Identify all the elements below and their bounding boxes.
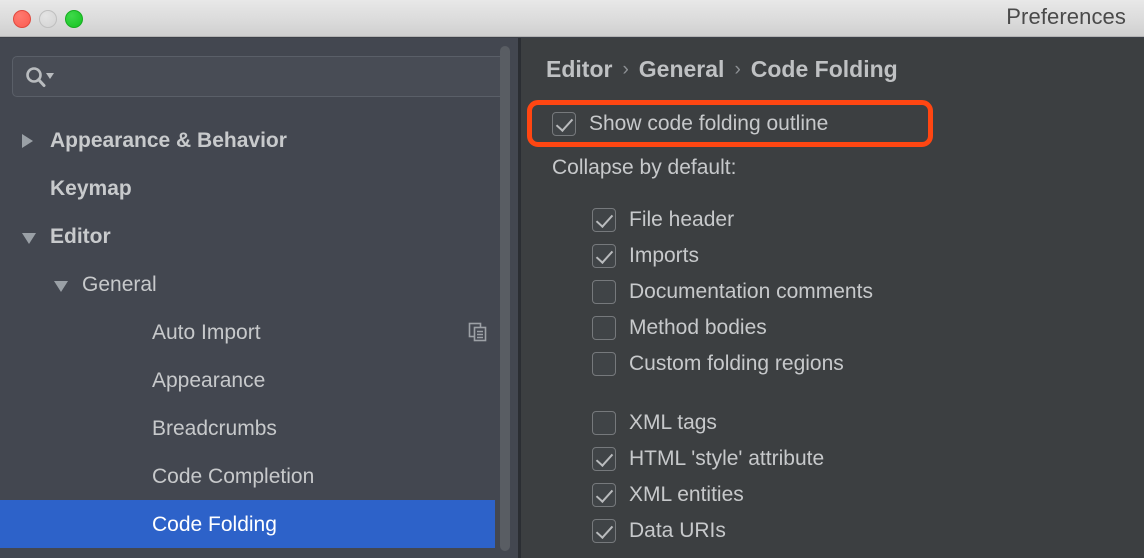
- option-xml-entities[interactable]: XML entities: [592, 483, 744, 507]
- checkbox-data-uris[interactable]: [592, 519, 616, 543]
- checkbox-custom-folding-regions[interactable]: [592, 352, 616, 376]
- sidebar-item-keymap[interactable]: Keymap: [0, 164, 518, 212]
- checkbox-imports[interactable]: [592, 244, 616, 268]
- option-label: File header: [629, 208, 735, 231]
- sidebar-item-label: Code Completion: [152, 464, 315, 488]
- checkbox-documentation-comments[interactable]: [592, 280, 616, 304]
- sidebar-item-label: General: [82, 272, 157, 296]
- checkbox-method-bodies[interactable]: [592, 316, 616, 340]
- checkbox-xml-tags[interactable]: [592, 411, 616, 435]
- option-data-uris[interactable]: Data URIs: [592, 519, 726, 543]
- breadcrumb: Editor › General › Code Folding: [546, 56, 898, 83]
- checkbox-html-style-attribute[interactable]: [592, 447, 616, 471]
- sidebar-scrollbar[interactable]: [500, 38, 510, 558]
- option-label: Show code folding outline: [589, 112, 829, 135]
- option-label: Imports: [629, 244, 700, 267]
- sidebar-item-label: Appearance: [152, 368, 266, 392]
- window-controls: [13, 10, 83, 28]
- option-xml-tags[interactable]: XML tags: [592, 411, 717, 435]
- sidebar-item-general[interactable]: General: [0, 260, 518, 308]
- option-html-style-attribute[interactable]: HTML 'style' attribute: [592, 447, 824, 471]
- chevron-down-icon[interactable]: [20, 226, 40, 246]
- search-box[interactable]: [12, 56, 505, 97]
- breadcrumb-part[interactable]: Code Folding: [751, 56, 898, 83]
- option-label: Custom folding regions: [629, 352, 844, 375]
- search-icon[interactable]: [24, 66, 56, 88]
- option-file-header[interactable]: File header: [592, 208, 734, 232]
- option-label: XML tags: [629, 411, 717, 434]
- breadcrumb-part[interactable]: General: [639, 56, 725, 83]
- option-documentation-comments[interactable]: Documentation comments: [592, 280, 873, 304]
- option-label: XML entities: [629, 483, 744, 506]
- sidebar-item-code-folding[interactable]: Code Folding: [0, 500, 495, 548]
- option-method-bodies[interactable]: Method bodies: [592, 316, 767, 340]
- sidebar-item-label: Editor: [50, 224, 111, 248]
- close-button[interactable]: [13, 10, 31, 28]
- copy-icon[interactable]: [468, 322, 488, 342]
- sidebar-item-label: Appearance & Behavior: [50, 128, 287, 152]
- search-field[interactable]: [12, 56, 505, 97]
- chevron-down-icon[interactable]: [52, 274, 72, 294]
- sidebar-item-auto-import[interactable]: Auto Import: [0, 308, 518, 356]
- option-label: HTML 'style' attribute: [629, 447, 825, 470]
- sidebar-scrollbar-thumb[interactable]: [500, 46, 510, 551]
- chevron-right-icon[interactable]: [20, 130, 40, 150]
- checkbox-xml-entities[interactable]: [592, 483, 616, 507]
- checkbox-show-code-folding-outline[interactable]: [552, 112, 576, 136]
- sidebar-item-appearance[interactable]: Appearance: [0, 356, 518, 404]
- zoom-button[interactable]: [65, 10, 83, 28]
- sidebar-item-code-completion[interactable]: Code Completion: [0, 452, 518, 500]
- sidebar-item-breadcrumbs[interactable]: Breadcrumbs: [0, 404, 518, 452]
- title-bar: Preferences: [0, 0, 1144, 37]
- option-imports[interactable]: Imports: [592, 244, 699, 268]
- checkbox-file-header[interactable]: [592, 208, 616, 232]
- settings-sidebar: Appearance & Behavior Keymap Editor General…: [0, 38, 518, 558]
- option-custom-folding-regions[interactable]: Custom folding regions: [592, 352, 844, 376]
- settings-panel: Editor › General › Code Folding Show code fo…: [521, 38, 1144, 558]
- sidebar-item-label: Auto Import: [152, 320, 261, 344]
- option-label: Data URIs: [629, 519, 726, 542]
- option-label: Method bodies: [629, 316, 767, 339]
- sidebar-item-label: Keymap: [50, 176, 132, 200]
- breadcrumb-separator: ›: [622, 58, 629, 80]
- preferences-window: Preferences Appearance & Behavior Keymap E…: [0, 0, 1144, 558]
- collapse-by-default-label: Collapse by default:: [552, 156, 737, 179]
- window-title: Preferences: [1006, 4, 1126, 29]
- sidebar-item-label: Breadcrumbs: [152, 416, 277, 440]
- settings-tree: Appearance & Behavior Keymap Editor General…: [0, 116, 518, 548]
- sidebar-item-editor[interactable]: Editor: [0, 212, 518, 260]
- breadcrumb-part[interactable]: Editor: [546, 56, 612, 83]
- search-input[interactable]: [59, 57, 498, 96]
- breadcrumb-separator: ›: [734, 58, 741, 80]
- option-label: Documentation comments: [629, 280, 873, 303]
- sidebar-item-appearance-behavior[interactable]: Appearance & Behavior: [0, 116, 518, 164]
- minimize-button[interactable]: [39, 10, 57, 28]
- option-show-code-folding-outline[interactable]: Show code folding outline: [552, 112, 828, 136]
- sidebar-item-label: Code Folding: [152, 512, 277, 536]
